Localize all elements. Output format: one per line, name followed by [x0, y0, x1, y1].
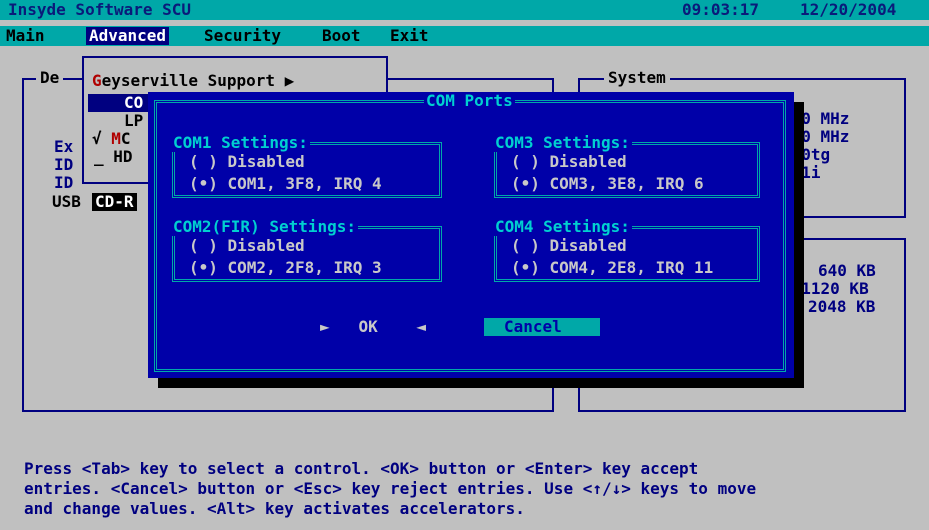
help-line: Press <Tab> key to select a control. <OK…: [24, 459, 699, 478]
ok-button[interactable]: ► OK ◄: [320, 318, 426, 336]
usb-label: USB: [52, 192, 81, 211]
com1-port-radio[interactable]: (•) COM1, 3F8, IRQ 4: [189, 175, 382, 193]
memory-value: 2048 KB: [808, 297, 876, 316]
com3-group-title: COM3 Settings:: [493, 133, 632, 152]
com2-port-radio[interactable]: (•) COM2, 2F8, IRQ 3: [189, 259, 382, 277]
com4-disabled-radio[interactable]: ( ) Disabled: [511, 237, 627, 255]
app-title: Insyde Software SCU: [8, 0, 192, 19]
left-row-label: Ex: [54, 137, 74, 156]
menu-advanced[interactable]: Advanced: [86, 27, 170, 45]
ok-left-arrow-icon: ►: [320, 317, 330, 336]
submenu-item-hd[interactable]: _ HD: [94, 148, 133, 166]
clock-time: 09:03:17: [682, 0, 760, 19]
submenu-item-geyserville[interactable]: Geyserville Support ▶: [92, 72, 294, 90]
menu-exit[interactable]: Exit: [390, 27, 429, 45]
menu-main[interactable]: Main: [6, 27, 45, 45]
com3-group: COM3 Settings: ( ) Disabled (•) COM3, 3E…: [493, 134, 760, 198]
com-ports-dialog: COM Ports COM1 Settings: ( ) Disabled (•…: [148, 92, 794, 378]
com2-group-title: COM2(FIR) Settings:: [171, 217, 359, 236]
com4-group: COM4 Settings: ( ) Disabled (•) COM4, 2E…: [493, 218, 760, 282]
com2-group: COM2(FIR) Settings: ( ) Disabled (•) COM…: [171, 218, 442, 282]
left-panel-label: De: [36, 69, 64, 87]
memory-value: 640 KB: [818, 261, 876, 280]
ok-right-arrow-icon: ◄: [416, 317, 426, 336]
usb-value[interactable]: CD-R: [92, 193, 137, 211]
com2-disabled-radio[interactable]: ( ) Disabled: [189, 237, 305, 255]
help-text-area: Press <Tab> key to select a control. <OK…: [0, 458, 929, 522]
com1-group: COM1 Settings: ( ) Disabled (•) COM1, 3F…: [171, 134, 442, 198]
com1-disabled-radio[interactable]: ( ) Disabled: [189, 153, 305, 171]
submenu-item-lpt[interactable]: LP: [124, 112, 143, 130]
clock-date: 12/20/2004: [800, 0, 897, 19]
com4-group-title: COM4 Settings:: [493, 217, 632, 236]
com4-port-radio[interactable]: (•) COM4, 2E8, IRQ 11: [511, 259, 713, 277]
com3-port-radio[interactable]: (•) COM3, 3E8, IRQ 6: [511, 175, 704, 193]
submenu-item-mc[interactable]: √ MC: [92, 130, 131, 148]
cancel-button[interactable]: Cancel: [484, 318, 600, 336]
left-row-label: ID: [54, 173, 74, 192]
help-line: and change values. <Alt> key activates a…: [24, 499, 525, 518]
left-row-label: ID: [54, 155, 74, 174]
system-panel-label: System: [604, 69, 670, 87]
dialog-title: COM Ports: [424, 91, 515, 110]
com1-group-title: COM1 Settings:: [171, 133, 310, 152]
title-bar: Insyde Software SCU 09:03:17 12/20/2004: [0, 0, 929, 20]
submenu-item-com[interactable]: CO: [88, 94, 148, 112]
help-line: entries. <Cancel> button or <Esc> key re…: [24, 479, 757, 498]
check-icon: √: [92, 129, 102, 148]
com3-disabled-radio[interactable]: ( ) Disabled: [511, 153, 627, 171]
submenu-arrow-icon: ▶: [284, 71, 295, 90]
menu-boot[interactable]: Boot: [322, 27, 361, 45]
menu-bar: Main Advanced Security Boot Exit: [0, 26, 929, 46]
menu-security[interactable]: Security: [204, 27, 281, 45]
